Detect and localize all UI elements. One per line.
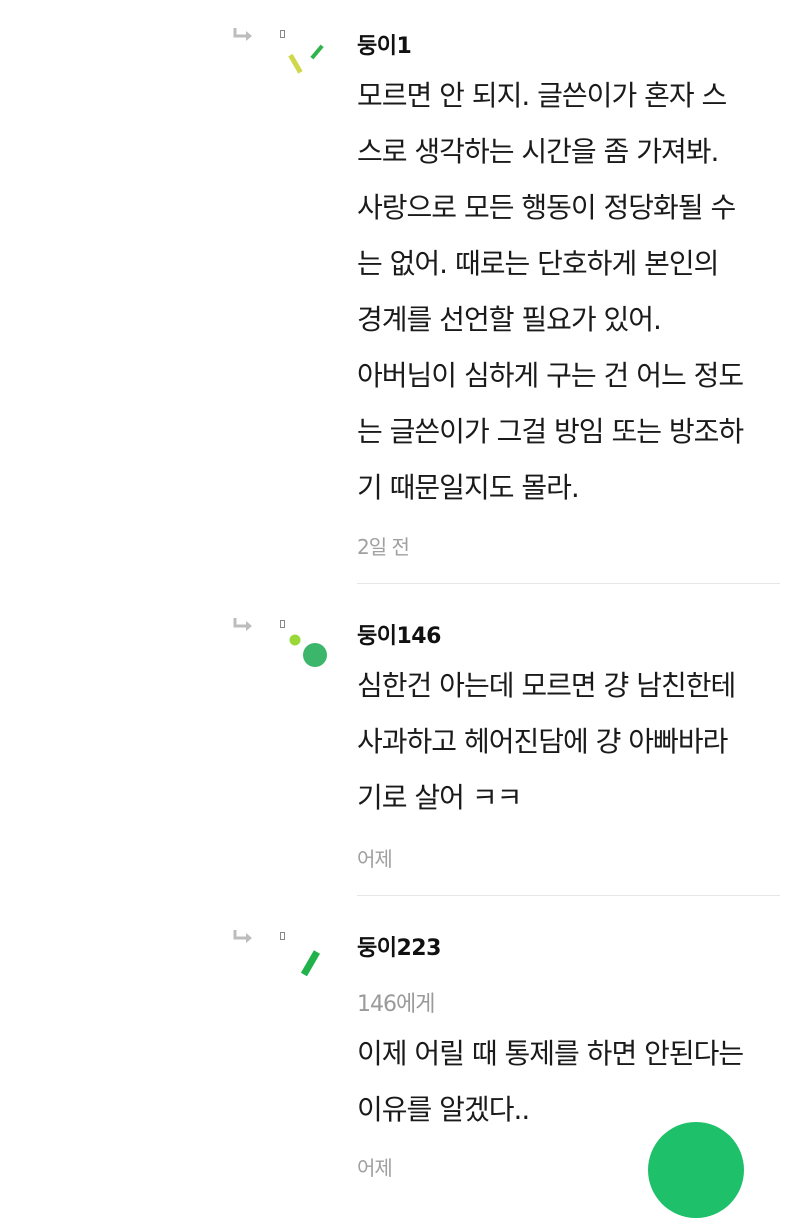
avatar bbox=[288, 44, 324, 74]
comment-line: 기로 살어 ㅋㅋ bbox=[357, 781, 522, 814]
comment-line: 모르면 안 되지. 글쓴이가 혼자 스 bbox=[357, 79, 727, 112]
comment-line: 경계를 선언할 필요가 있어. bbox=[357, 303, 662, 336]
comment-timestamp: 2일 전 bbox=[357, 535, 410, 559]
comment-author[interactable]: 둥이146 bbox=[357, 618, 441, 650]
reply-recipient[interactable]: 146에게 bbox=[357, 986, 435, 1018]
comment-author[interactable]: 둥이223 bbox=[357, 930, 441, 962]
comment-line: 는 없어. 때로는 단호하게 본인의 bbox=[357, 247, 719, 280]
comment-line: 아버님이 심하게 구는 건 어느 정도 bbox=[357, 359, 744, 392]
avatar-badge bbox=[280, 620, 285, 628]
comment-line: 사랑으로 모든 행동이 정당화될 수 bbox=[357, 191, 736, 224]
avatar bbox=[300, 950, 320, 977]
comment-author[interactable]: 둥이1 bbox=[357, 28, 412, 60]
comment-timestamp: 어제 bbox=[357, 847, 393, 871]
divider bbox=[357, 583, 780, 584]
comment-line: 심한건 아는데 모르면 걍 남친한테 bbox=[357, 669, 736, 702]
comment-line: 스로 생각하는 시간을 좀 가져봐. bbox=[357, 135, 719, 168]
comment-line: 이제 어릴 때 통제를 하면 안된다는 bbox=[357, 1037, 744, 1070]
reply-arrow-icon bbox=[233, 930, 252, 943]
floating-action-button[interactable] bbox=[648, 1122, 744, 1218]
divider bbox=[357, 895, 780, 896]
comment-line: 사과하고 헤어진담에 걍 아빠바라 bbox=[357, 725, 728, 758]
comment-body: 이제 어릴 때 통제를 하면 안된다는 이유를 알겠다.. bbox=[357, 1026, 782, 1138]
reply-arrow-icon bbox=[233, 28, 252, 41]
avatar-badge bbox=[280, 30, 285, 38]
comment-body: 모르면 안 되지. 글쓴이가 혼자 스 스로 생각하는 시간을 좀 가져봐. 사… bbox=[357, 68, 782, 516]
comment-line: 기 때문일지도 몰라. bbox=[357, 471, 580, 504]
avatar-badge bbox=[280, 932, 285, 940]
comment-line: 는 글쓴이가 그걸 방임 또는 방조하 bbox=[357, 415, 744, 448]
comment-timestamp: 어제 bbox=[357, 1156, 393, 1180]
reply-arrow-icon bbox=[233, 618, 252, 631]
comment-body: 심한건 아는데 모르면 걍 남친한테 사과하고 헤어진담에 걍 아빠바라 기로 … bbox=[357, 658, 782, 826]
avatar bbox=[289, 634, 327, 667]
